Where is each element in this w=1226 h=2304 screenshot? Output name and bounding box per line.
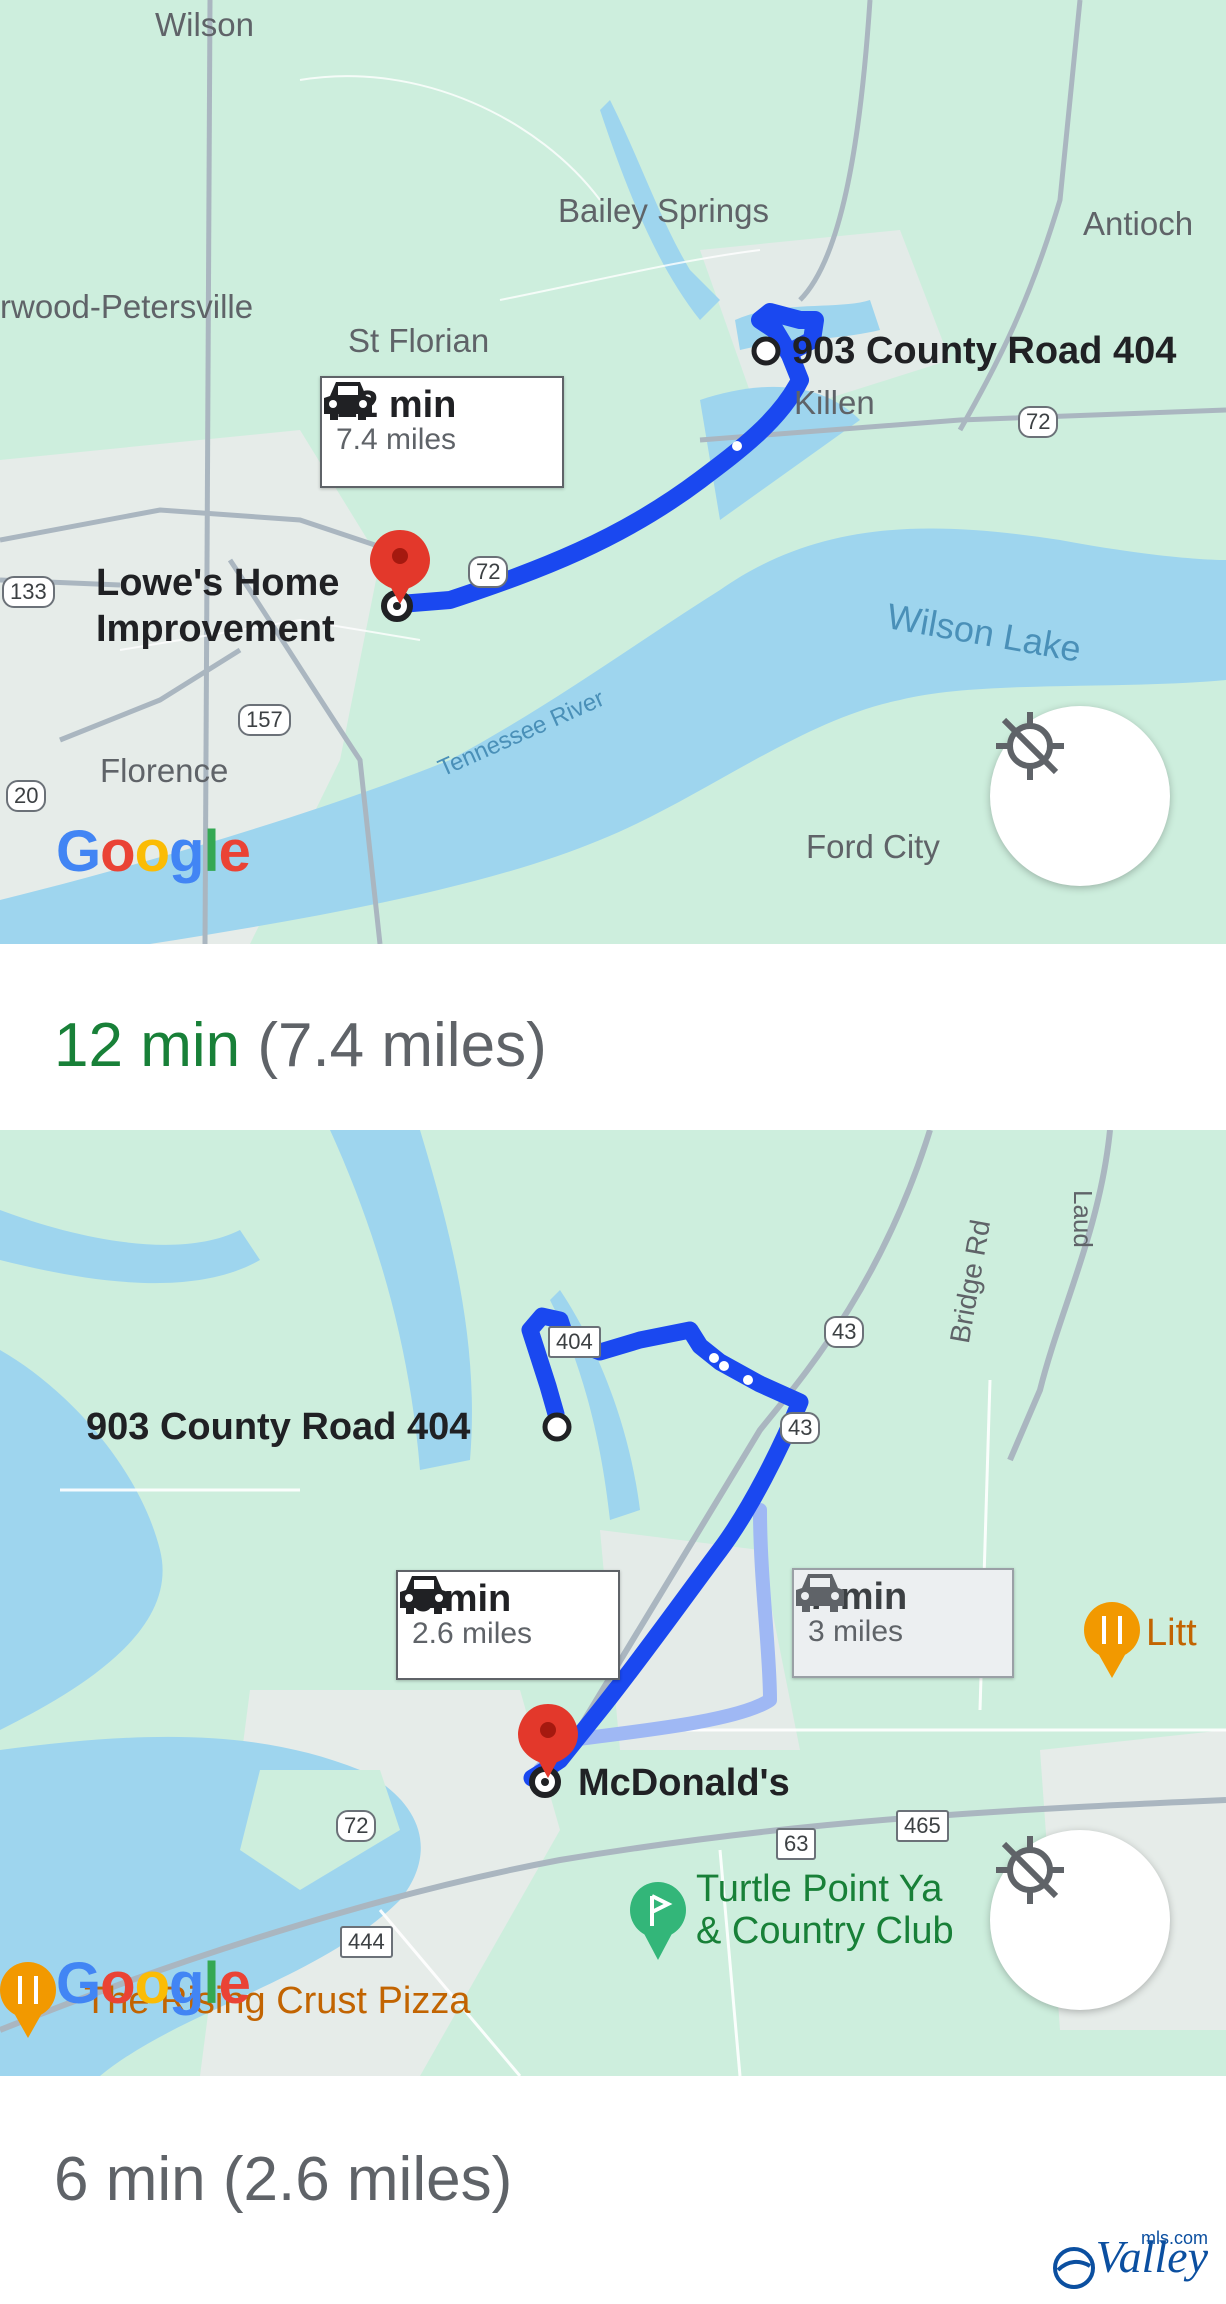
route-distance: 3 miles — [808, 1615, 904, 1648]
road-shield: 404 — [548, 1326, 601, 1358]
highway-shield: 133 — [2, 576, 55, 608]
place-label: Ford City — [806, 828, 940, 865]
route-distance: 7.4 miles — [336, 423, 457, 456]
google-logo: Google — [56, 819, 251, 884]
place-label: Bailey Springs — [558, 192, 769, 229]
poi-label[interactable]: Turtle Point Ya — [696, 1868, 942, 1911]
poi-label[interactable]: Litt — [1146, 1612, 1197, 1655]
road-shield: 63 — [776, 1828, 817, 1860]
highway-shield: 43 — [824, 1316, 865, 1348]
highway-shield: 43 — [780, 1412, 821, 1444]
watermark-suffix: mls.com — [1141, 2228, 1208, 2249]
road-shield: 465 — [896, 1810, 949, 1842]
place-label: Antioch — [1083, 205, 1194, 242]
highway-shield: 20 — [6, 780, 47, 812]
location-disabled-icon — [996, 1836, 1064, 1904]
highway-shield: 72 — [1018, 406, 1059, 438]
golf-course-icon — [630, 1882, 686, 1960]
map-panel-2[interactable]: 903 County Road 404 McDonald's Bridge Rd… — [0, 1130, 1226, 2076]
location-disabled-icon — [996, 712, 1064, 780]
poi-label[interactable]: & Country Club — [696, 1910, 954, 1953]
place-label: rwood-Petersville — [0, 288, 254, 325]
google-logo: Google — [56, 1951, 251, 2016]
car-icon — [324, 382, 372, 420]
destination-label: McDonald's — [578, 1762, 790, 1804]
origin-label: 903 County Road 404 — [86, 1406, 471, 1448]
route-summary-distance: (2.6 miles) — [222, 2145, 513, 2214]
route-summary-2: 6 min (2.6 miles) — [54, 2144, 512, 2215]
destination-label: 903 County Road 404 — [792, 330, 1177, 372]
map-panel-1[interactable]: Wilson Bailey Springs Antioch rwood-Pete… — [0, 0, 1226, 944]
route-summary-distance: (7.4 miles) — [257, 1011, 547, 1080]
route-distance: 2.6 miles — [412, 1617, 533, 1650]
my-location-button[interactable] — [990, 1830, 1170, 2010]
route-callout[interactable]: 12 min 7.4 miles — [320, 376, 564, 488]
valleymls-watermark: Valley mls.com — [1052, 2228, 1208, 2290]
highway-shield: 72 — [468, 556, 509, 588]
origin-marker-icon — [542, 1412, 572, 1442]
place-label: Florence — [100, 752, 229, 789]
place-label: Wilson — [155, 6, 255, 43]
highway-shield: 157 — [238, 704, 291, 736]
route-callout[interactable]: 6 min 2.6 miles — [396, 1570, 620, 1680]
alt-route-callout[interactable]: 7 min 3 miles — [792, 1568, 1014, 1678]
red-pin-icon — [370, 530, 430, 604]
my-location-button[interactable] — [990, 706, 1170, 886]
car-icon — [796, 1574, 844, 1612]
destination-marker-icon — [751, 336, 781, 366]
route-summary-time: 12 min — [54, 1011, 241, 1080]
route-summary-time: 6 min — [54, 2145, 206, 2214]
restaurant-icon — [1084, 1602, 1140, 1678]
highway-shield: 72 — [336, 1810, 377, 1842]
road-label: Laud — [1068, 1190, 1098, 1248]
valley-logo-icon — [1052, 2247, 1095, 2289]
origin-label: Improvement — [96, 608, 335, 650]
car-icon — [400, 1576, 448, 1614]
place-label: Killen — [794, 384, 875, 421]
origin-label: Lowe's Home — [96, 562, 340, 604]
road-shield: 444 — [340, 1926, 393, 1958]
route-summary-1: 12 min (7.4 miles) — [54, 1010, 547, 1081]
place-label: St Florian — [348, 322, 490, 359]
